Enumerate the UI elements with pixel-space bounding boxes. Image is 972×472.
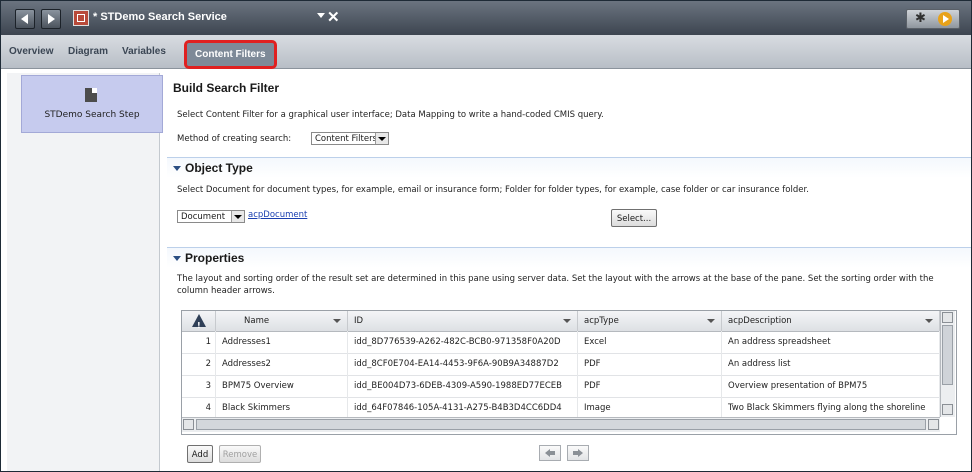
method-value: Content Filters [315, 134, 377, 144]
properties-description-line2: column header arrows. [177, 286, 275, 296]
sort-icon[interactable] [707, 319, 715, 323]
tab-bar: Overview Diagram Variables Content Filte… [1, 35, 971, 69]
scroll-down-icon[interactable] [942, 404, 953, 415]
arrow-right-icon [48, 14, 55, 24]
main-pane: Build Search Filter Select Content Filte… [167, 73, 971, 471]
table-row[interactable]: 2 Addresses2 idd_8CF0E704-EA14-4453-9F6A… [182, 353, 940, 376]
object-type-value: Document [181, 212, 226, 222]
arrow-right-icon [573, 449, 583, 457]
forward-button[interactable] [41, 9, 61, 29]
document-icon [85, 88, 97, 102]
window-title: * STDemo Search Service [93, 11, 227, 23]
method-select[interactable]: Content Filters [311, 132, 389, 145]
sort-icon[interactable] [925, 319, 933, 323]
vertical-scrollbar[interactable] [940, 311, 955, 417]
scroll-thumb[interactable] [196, 419, 926, 430]
toolbar-right: ✱ [906, 9, 960, 29]
arrow-left-icon [21, 14, 28, 24]
scroll-thumb[interactable] [942, 325, 953, 385]
method-label: Method of creating search: [177, 134, 292, 144]
remove-button[interactable]: Remove [219, 445, 261, 463]
object-type-select[interactable]: Document [177, 210, 245, 223]
collapse-icon [173, 256, 181, 261]
column-header-type[interactable]: acpType [578, 311, 722, 331]
build-description: Select Content Filter for a graphical us… [177, 110, 604, 120]
build-title: Build Search Filter [173, 81, 280, 95]
title-bar: * STDemo Search Service ✕ ✱ [1, 1, 971, 35]
table-row[interactable]: 3 BPM75 Overview idd_BE004D73-6DEB-4309-… [182, 375, 940, 398]
properties-header[interactable]: Properties [167, 247, 971, 268]
properties-table: Name ID acpType acpDescription 1 [181, 310, 957, 435]
scroll-right-icon[interactable] [928, 419, 939, 430]
properties-title: Properties [185, 251, 245, 265]
service-icon [73, 10, 89, 26]
object-type-header[interactable]: Object Type [167, 157, 971, 178]
column-header-id[interactable]: ID [348, 311, 578, 331]
warning-icon [192, 314, 206, 336]
object-type-title: Object Type [185, 161, 253, 175]
sort-icon[interactable] [333, 319, 341, 323]
step-list: STDemo Search Step [7, 73, 163, 471]
chevron-down-icon[interactable] [317, 13, 325, 18]
chevron-down-icon [375, 133, 388, 144]
app-window: * STDemo Search Service ✕ ✱ Overview Dia… [0, 0, 972, 472]
chevron-down-icon [231, 211, 244, 222]
tab-content-filters[interactable]: Content Filters [184, 40, 277, 69]
close-icon[interactable]: ✕ [327, 8, 340, 26]
table-header: Name ID acpType acpDescription [182, 311, 940, 336]
sort-icon[interactable] [563, 319, 571, 323]
step-item[interactable]: STDemo Search Step [21, 75, 163, 133]
scroll-left-icon[interactable] [183, 419, 194, 430]
add-button[interactable]: Add [187, 445, 213, 463]
scroll-up-icon[interactable] [942, 312, 953, 323]
tab-overview[interactable]: Overview [9, 46, 53, 57]
tab-variables[interactable]: Variables [122, 46, 166, 57]
step-label: STDemo Search Step [44, 110, 140, 120]
select-button[interactable]: Select... [611, 209, 657, 227]
horizontal-scrollbar[interactable] [182, 417, 940, 432]
move-left-button[interactable] [539, 445, 561, 461]
arrow-left-icon [545, 449, 555, 457]
header-warning [182, 311, 216, 336]
tab-diagram[interactable]: Diagram [68, 46, 108, 57]
run-icon[interactable] [938, 12, 952, 26]
back-button[interactable] [15, 9, 35, 29]
column-header-description[interactable]: acpDescription [722, 311, 940, 331]
column-header-name[interactable]: Name [216, 311, 348, 331]
move-right-button[interactable] [567, 445, 589, 461]
debug-icon[interactable]: ✱ [915, 11, 926, 26]
properties-description-line1: The layout and sorting order of the resu… [177, 274, 934, 284]
collapse-icon [173, 166, 181, 171]
acp-document-link[interactable]: acpDocument [248, 210, 307, 220]
table-row[interactable]: 1 Addresses1 idd_8D776539-A262-482C-BCB0… [182, 331, 940, 354]
object-type-description: Select Document for document types, for … [177, 185, 809, 195]
